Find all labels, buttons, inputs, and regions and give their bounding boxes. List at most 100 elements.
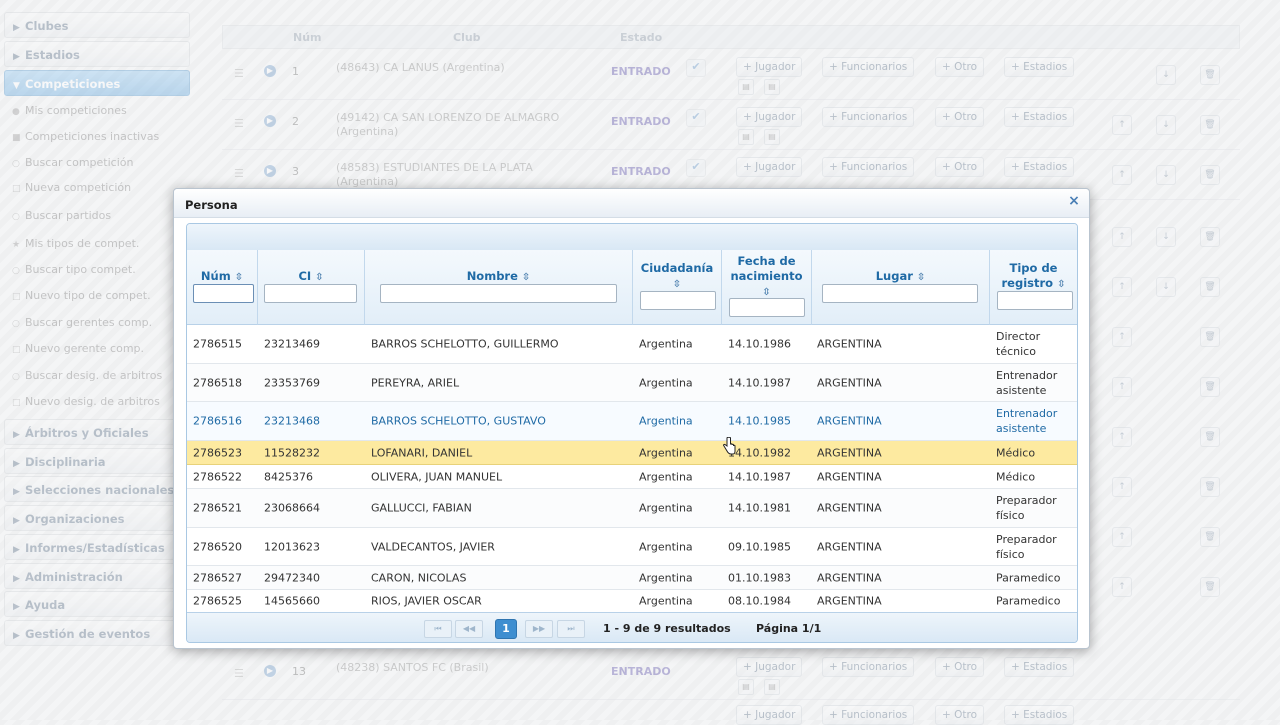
sidebar-section[interactable]: ▶ Ayuda <box>4 591 190 617</box>
add-jugador-button[interactable]: + Jugador <box>736 705 803 725</box>
arrow-up-icon[interactable]: ↑ <box>1112 427 1132 447</box>
sidebar-section-clubes[interactable]: ▶ Clubes <box>4 12 190 38</box>
print-icon[interactable]: ▤ <box>738 79 754 95</box>
sidebar-section-estadios[interactable]: ▶ Estadios <box>4 41 190 67</box>
sidebar-link[interactable]: ■ Competiciones inactivas <box>12 130 159 143</box>
trash-icon[interactable]: 🗑 <box>1200 477 1220 497</box>
add-jugador-button[interactable]: + Jugador <box>736 657 803 677</box>
arrow-up-icon[interactable]: ↑ <box>1112 577 1132 597</box>
arrow-up-icon[interactable]: ↑ <box>1112 477 1132 497</box>
arrow-up-icon[interactable]: ↑ <box>1112 277 1132 297</box>
arrow-up-icon[interactable]: ↑ <box>1112 227 1132 247</box>
add-otro-button[interactable]: + Otro <box>935 657 985 677</box>
play-icon[interactable]: ▶ <box>264 115 276 127</box>
arrow-down-icon[interactable]: ↓ <box>1156 115 1176 135</box>
play-icon[interactable]: ▶ <box>264 665 276 677</box>
trash-icon[interactable]: 🗑 <box>1200 527 1220 547</box>
print-icon[interactable]: ▤ <box>764 679 780 695</box>
sidebar-link[interactable]: □ Nuevo desig. de arbitros <box>12 395 160 408</box>
column-header-lugar[interactable]: Lugar ⇳ <box>812 250 990 325</box>
arrow-down-icon[interactable]: ↓ <box>1156 65 1176 85</box>
add-estadios-button[interactable]: + Estadios <box>1004 107 1075 127</box>
prev-page-icon[interactable]: ◀◀ <box>455 620 483 638</box>
add-jugador-button[interactable]: + Jugador <box>736 107 803 127</box>
sidebar-section[interactable]: ▶ Organizaciones <box>4 505 190 531</box>
table-row[interactable]: 2786518 23353769 PEREYRA, ARIEL Argentin… <box>187 364 1077 402</box>
sidebar-section[interactable]: ▶ Gestión de eventos <box>4 620 190 646</box>
add-estadios-button[interactable]: + Estadios <box>1004 657 1075 677</box>
last-page-icon[interactable]: ⏭ <box>557 620 585 638</box>
column-header-tipo[interactable]: Tipo de registro ⇳ <box>990 250 1077 325</box>
sidebar-link[interactable]: ★ Mis tipos de compet. <box>12 237 139 250</box>
sidebar-link[interactable]: ○ Buscar partidos <box>12 209 111 222</box>
print-icon[interactable]: ▤ <box>738 129 754 145</box>
trash-icon[interactable]: 🗑 <box>1200 427 1220 447</box>
add-otro-button[interactable]: + Otro <box>935 107 985 127</box>
sidebar-link[interactable]: □ Nuevo gerente comp. <box>12 342 144 355</box>
sidebar-section[interactable]: ▶ Árbitros y Oficiales <box>4 419 190 445</box>
add-otro-button[interactable]: + Otro <box>935 157 985 177</box>
trash-icon[interactable]: 🗑 <box>1200 577 1220 597</box>
sidebar-section[interactable]: ▶ Informes/Estadísticas <box>4 534 190 560</box>
table-row[interactable]: 2786515 23213469 BARROS SCHELOTTO, GUILL… <box>187 325 1077 364</box>
sidebar-link[interactable]: ○ Buscar gerentes comp. <box>12 316 152 329</box>
sidebar-link[interactable]: ○ Buscar desig. de arbitros <box>12 369 162 382</box>
table-row-selected[interactable]: 2786516 23213468 BARROS SCHELOTTO, GUSTA… <box>187 402 1077 441</box>
column-header-ci[interactable]: CI ⇳ <box>258 250 365 325</box>
add-otro-button[interactable]: + Otro <box>935 57 985 77</box>
add-estadios-button[interactable]: + Estadios <box>1004 157 1075 177</box>
check-icon[interactable]: ✔ <box>686 159 706 177</box>
add-funcionarios-button[interactable]: + Funcionarios <box>822 657 915 677</box>
check-icon[interactable]: ✔ <box>686 109 706 127</box>
filter-nombre-input[interactable] <box>380 284 617 303</box>
drag-handle-icon[interactable]: ☰ <box>234 67 244 80</box>
filter-num-input[interactable] <box>193 284 254 303</box>
column-header-ciudadania[interactable]: Ciudadanía ⇳ <box>633 250 722 325</box>
add-funcionarios-button[interactable]: + Funcionarios <box>822 57 915 77</box>
sidebar-section-competiciones[interactable]: ▼ Competiciones <box>4 70 190 96</box>
drag-handle-icon[interactable]: ☰ <box>234 117 244 130</box>
check-icon[interactable]: ✔ <box>686 59 706 77</box>
next-page-icon[interactable]: ▶▶ <box>525 620 553 638</box>
arrow-down-icon[interactable]: ↓ <box>1156 165 1176 185</box>
trash-icon[interactable]: 🗑 <box>1200 227 1220 247</box>
trash-icon[interactable]: 🗑 <box>1200 327 1220 347</box>
trash-icon[interactable]: 🗑 <box>1200 65 1220 85</box>
add-estadios-button[interactable]: + Estadios <box>1004 57 1075 77</box>
sidebar-link[interactable]: ● Mis competiciones <box>12 104 127 117</box>
arrow-down-icon[interactable]: ↓ <box>1156 227 1176 247</box>
filter-tipo-input[interactable] <box>997 291 1073 310</box>
sidebar-section[interactable]: ▶ Administración <box>4 563 190 589</box>
play-icon[interactable]: ▶ <box>264 65 276 77</box>
sidebar-section[interactable]: ▶ Selecciones nacionales <box>4 476 190 502</box>
table-row[interactable]: 2786527 29472340 CARON, NICOLAS Argentin… <box>187 566 1077 590</box>
filter-ciudadania-input[interactable] <box>640 291 716 310</box>
arrow-up-icon[interactable]: ↑ <box>1112 165 1132 185</box>
print-icon[interactable]: ▤ <box>764 79 780 95</box>
drag-handle-icon[interactable]: ☰ <box>234 667 244 680</box>
arrow-up-icon[interactable]: ↑ <box>1112 115 1132 135</box>
first-page-icon[interactable]: ⏮ <box>424 620 452 638</box>
arrow-up-icon[interactable]: ↑ <box>1112 327 1132 347</box>
filter-ci-input[interactable] <box>264 284 357 303</box>
print-icon[interactable]: ▤ <box>738 679 754 695</box>
filter-fecha-input[interactable] <box>729 298 805 317</box>
column-header-num[interactable]: Núm ⇳ <box>187 250 258 325</box>
arrow-down-icon[interactable]: ↓ <box>1156 277 1176 297</box>
play-icon[interactable]: ▶ <box>264 165 276 177</box>
table-row[interactable]: 2786522 8425376 OLIVERA, JUAN MANUEL Arg… <box>187 465 1077 489</box>
page-1-button[interactable]: 1 <box>495 619 517 639</box>
add-otro-button[interactable]: + Otro <box>935 705 985 725</box>
sidebar-link[interactable]: □ Nuevo tipo de compet. <box>12 289 151 302</box>
table-row[interactable]: 2786520 12013623 VALDECANTOS, JAVIER Arg… <box>187 528 1077 566</box>
trash-icon[interactable]: 🗑 <box>1200 115 1220 135</box>
filter-lugar-input[interactable] <box>822 284 978 303</box>
add-jugador-button[interactable]: + Jugador <box>736 57 803 77</box>
trash-icon[interactable]: 🗑 <box>1200 377 1220 397</box>
column-header-fecha[interactable]: Fecha de nacimiento ⇳ <box>722 250 812 325</box>
arrow-up-icon[interactable]: ↑ <box>1112 377 1132 397</box>
print-icon[interactable]: ▤ <box>764 129 780 145</box>
add-funcionarios-button[interactable]: + Funcionarios <box>822 705 915 725</box>
add-jugador-button[interactable]: + Jugador <box>736 157 803 177</box>
trash-icon[interactable]: 🗑 <box>1200 165 1220 185</box>
